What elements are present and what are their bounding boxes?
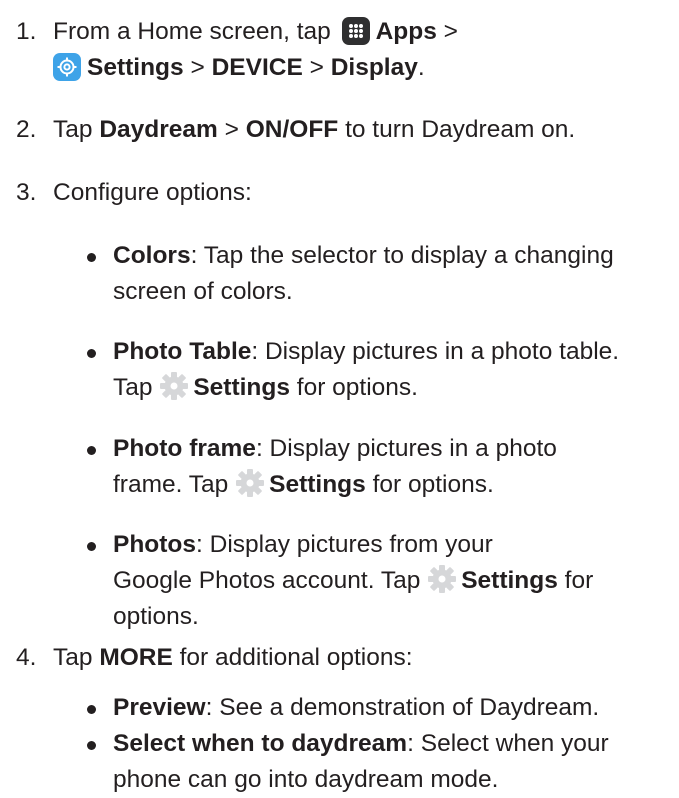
step-number: 2. [16, 116, 37, 143]
bullet-dot [87, 253, 96, 262]
more-label: MORE [99, 644, 173, 671]
step-text: Tap MORE for additional options: [53, 644, 413, 671]
onoff-label: ON/OFF [245, 116, 339, 143]
bullet-dot [87, 705, 96, 714]
bullet-dot [87, 542, 96, 551]
option-term: Select when to daydream [113, 730, 408, 757]
step-number: 1. [16, 18, 37, 45]
instruction-page: 1. From a Home screen, tap Apps > Settin… [0, 0, 679, 794]
step-text: Tap Daydream > ON/OFF to turn Daydream o… [53, 116, 576, 143]
option-term: Photo Table [113, 338, 252, 365]
settings-label: Settings [193, 374, 290, 401]
bullet-dot [87, 446, 96, 455]
option-term: Colors [113, 242, 191, 269]
settings-app-icon [53, 53, 81, 81]
gear-icon [236, 469, 265, 497]
option-term: Photo frame [113, 435, 256, 462]
bullet-dot [87, 349, 96, 358]
step-number: 4. [16, 644, 37, 671]
step-number: 3. [16, 179, 37, 206]
step-text: From a Home screen, tap Apps > Settings … [53, 17, 458, 81]
option-term: Photos [113, 531, 197, 558]
device-label: DEVICE [211, 54, 303, 81]
gear-icon [160, 372, 189, 400]
bullet-dot [87, 741, 96, 750]
settings-label: Settings [461, 567, 558, 594]
apps-icon [341, 17, 370, 45]
settings-label: Settings [87, 54, 184, 81]
settings-label: Settings [269, 471, 366, 498]
daydream-label: Daydream [99, 116, 218, 143]
gear-icon [428, 565, 457, 593]
option-term: Preview [113, 694, 206, 721]
step-text: Configure options: [53, 179, 252, 206]
display-label: Display [330, 54, 418, 81]
apps-label: Apps [375, 18, 437, 45]
